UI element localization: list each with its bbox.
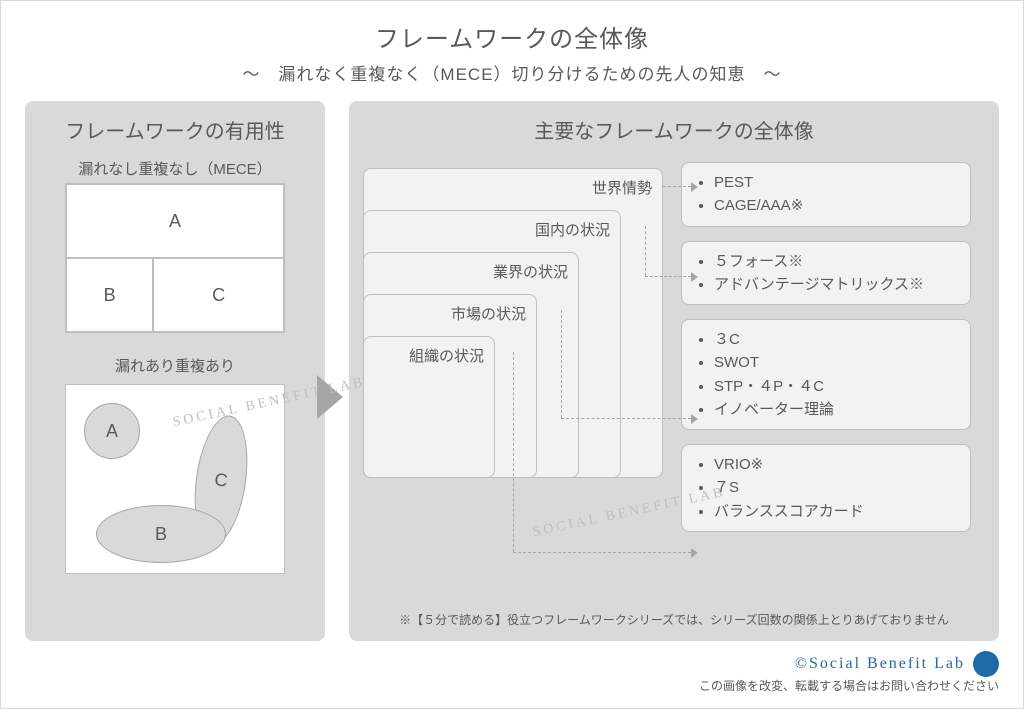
footnote: ※【５分で読める】役立つフレームワークシリーズでは、シリーズ回数の関係上とりあげ… [363, 611, 985, 628]
connector [645, 276, 691, 277]
framework-box-3: ３C SWOT STP・４P・４C イノベーター理論 [681, 319, 971, 430]
framework-box-1: PEST CAGE/AAA※ [681, 162, 971, 227]
page-title: フレームワークの全体像 [1, 19, 1023, 54]
connector [561, 310, 562, 418]
mece-grid: A B C [65, 183, 285, 333]
connector [513, 352, 514, 552]
list-item: イノベーター理論 [714, 398, 958, 421]
framework-box-4: VRIO※ ７S バランススコアカード [681, 444, 971, 532]
connector [561, 418, 691, 419]
list-item: CAGE/AAA※ [714, 194, 958, 217]
right-panel-title: 主要なフレームワークの全体像 [363, 115, 985, 144]
connector [663, 186, 691, 187]
framework-box-2: ５フォース※ アドバンテージマトリックス※ [681, 241, 971, 306]
nonmece-box: A C B [65, 384, 285, 574]
list-item: SWOT [714, 351, 958, 374]
lab-text: ©Social Benefit Lab [795, 655, 965, 673]
list-item: ３C [714, 328, 958, 351]
list-item: ７S [714, 476, 958, 499]
nest-org: 組織の状況 [363, 336, 495, 478]
mece-cell-c: C [153, 258, 284, 332]
connector [645, 226, 646, 276]
nested-layers: 世界情勢 国内の状況 業界の状況 市場の状況 組織の状況 [363, 168, 663, 508]
mece-label: 漏れなし重複なし（MECE） [39, 158, 311, 179]
arrow-icon [317, 375, 343, 419]
mece-cell-a: A [66, 184, 284, 258]
right-panel: 主要なフレームワークの全体像 世界情勢 国内の状況 業界の状況 市場の状況 組織… [349, 101, 999, 641]
left-panel-title: フレームワークの有用性 [39, 115, 311, 144]
mece-cell-b: B [66, 258, 153, 332]
connector [513, 552, 691, 553]
list-item: ５フォース※ [714, 250, 958, 273]
page-subtitle: 〜 漏れなく重複なく（MECE）切り分けるための先人の知恵 〜 [1, 60, 1023, 85]
list-item: VRIO※ [714, 453, 958, 476]
list-item: バランススコアカード [714, 500, 958, 523]
list-item: PEST [714, 171, 958, 194]
lab-credit: ©Social Benefit Lab [795, 651, 999, 677]
blob-b: B [96, 505, 226, 563]
left-panel: フレームワークの有用性 漏れなし重複なし（MECE） A B C 漏れあり重複あ… [25, 101, 325, 641]
blob-a: A [84, 403, 140, 459]
framework-boxes: PEST CAGE/AAA※ ５フォース※ アドバンテージマトリックス※ ３C … [681, 162, 971, 597]
lab-logo-icon [973, 651, 999, 677]
credit-block: ©Social Benefit Lab この画像を改変、転載する場合はお問い合わ… [699, 651, 999, 694]
list-item: アドバンテージマトリックス※ [714, 273, 958, 296]
main-area: フレームワークの有用性 漏れなし重複なし（MECE） A B C 漏れあり重複あ… [1, 85, 1023, 641]
list-item: STP・４P・４C [714, 375, 958, 398]
credit-sub: この画像を改変、転載する場合はお問い合わせください [699, 677, 999, 694]
nonmece-label: 漏れあり重複あり [39, 355, 311, 376]
